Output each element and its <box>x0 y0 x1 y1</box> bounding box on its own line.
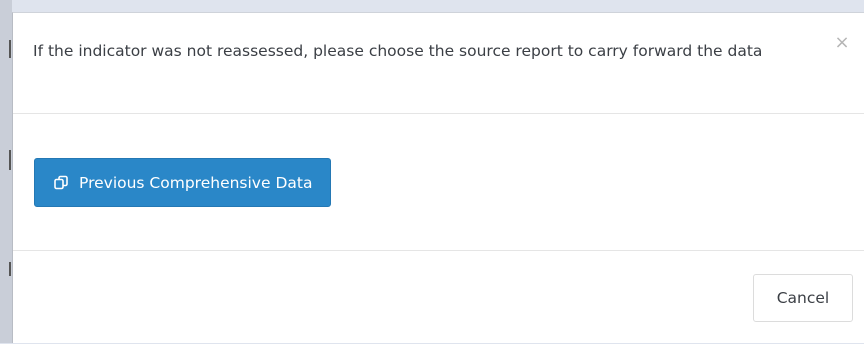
cancel-button[interactable]: Cancel <box>753 274 853 322</box>
primary-button-label: Previous Comprehensive Data <box>79 173 313 192</box>
modal-title: If the indicator was not reassessed, ple… <box>33 42 763 60</box>
close-button[interactable]: × <box>832 33 852 53</box>
copy-icon <box>53 175 69 191</box>
modal-header: If the indicator was not reassessed, ple… <box>13 13 864 114</box>
previous-comprehensive-data-button[interactable]: Previous Comprehensive Data <box>34 158 332 207</box>
modal-dialog: If the indicator was not reassessed, ple… <box>12 12 864 343</box>
page-edge <box>0 0 12 343</box>
modal-footer: Cancel <box>13 251 864 344</box>
modal-body: Previous Comprehensive Data <box>13 114 864 251</box>
